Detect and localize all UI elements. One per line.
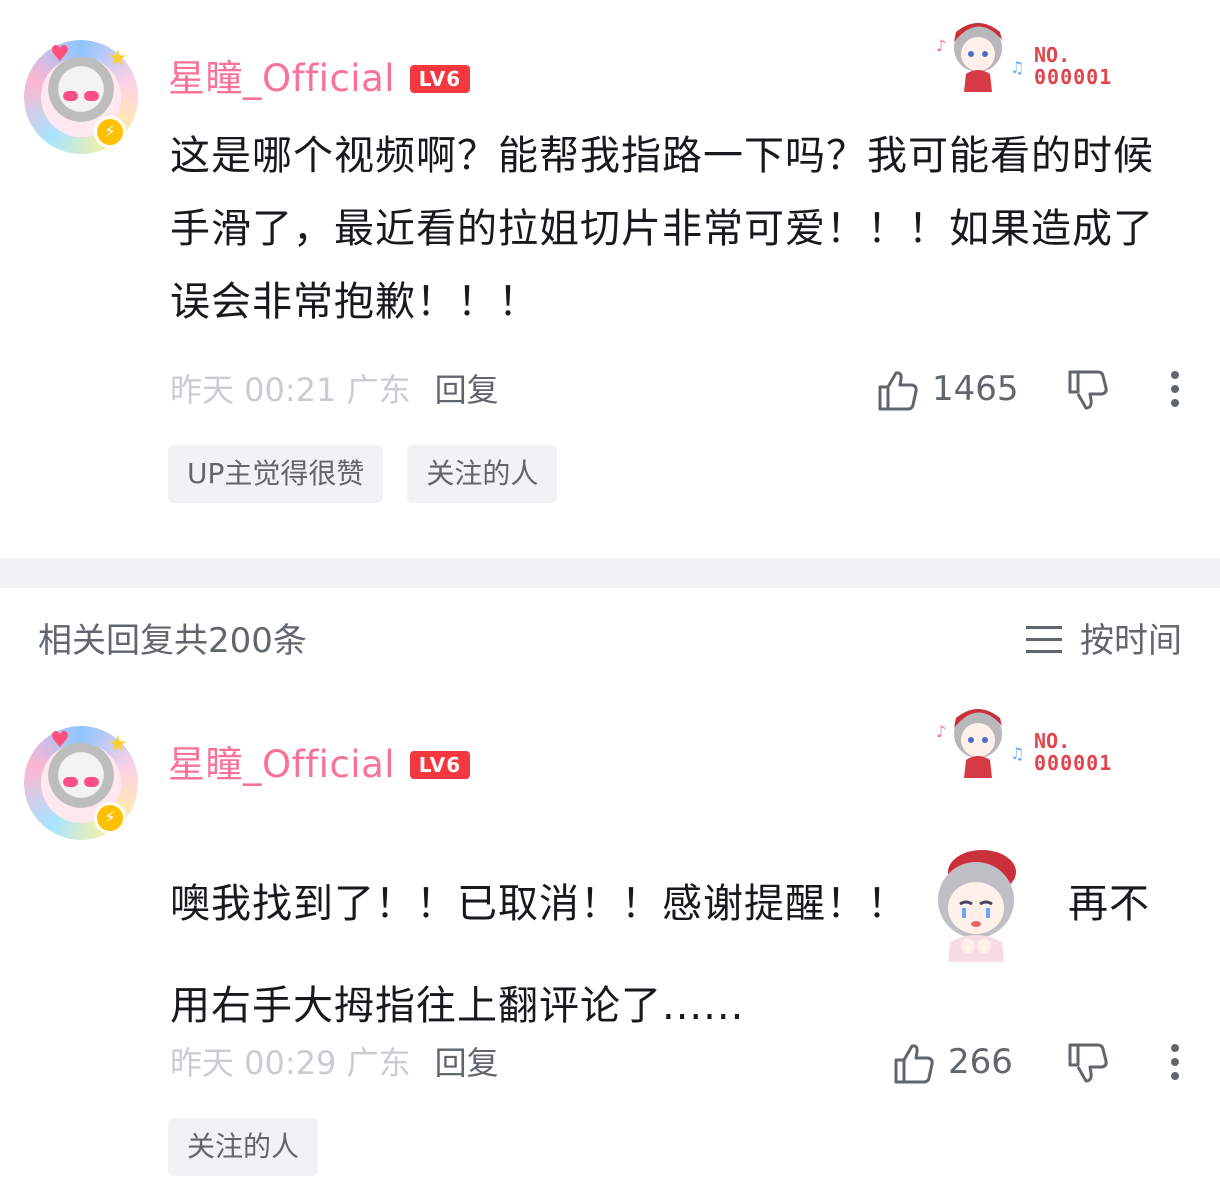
star-decoration-icon: ★ [108,732,128,757]
comment-tags: 关注的人 [168,1118,319,1176]
music-note-icon: ♪ [936,722,947,741]
comment-time-location: 昨天 00:29 广东 [170,1044,411,1082]
comment-actions: 266 [892,1037,1186,1087]
comment-meta: 昨天 00:29 广东 回复 [170,1043,499,1083]
username[interactable]: 星瞳_Official [168,742,395,788]
tag-following[interactable]: 关注的人 [168,1118,319,1176]
music-note-icon: ♫ [1010,744,1025,763]
fan-badge-label: NO. [1034,729,1071,753]
fan-badge-number: 000001 [1034,751,1113,775]
fan-badge[interactable]: ♪ ♫ NO. 000001 [936,702,1136,784]
more-options-icon[interactable] [1170,1043,1180,1081]
like-count: 266 [948,1042,1013,1082]
fan-badge-character-icon [954,709,1002,778]
level-badge: LV6 [410,751,470,779]
comment-thread-page: ♥ ★ ⚡ 星瞳_Official LV6 ♪ ♫ NO. 000001 这是哪… [0,0,1220,1202]
comment-text: 噢我找到了！！已取消！！感谢提醒！！ 再不用右手大拇指往上翻评论了...... [170,842,1170,1043]
like-button[interactable]: 266 [892,1037,1022,1087]
crying-sticker-icon [938,850,1016,962]
thumbs-down-icon[interactable] [1066,1041,1110,1085]
reply-comment: ♥ ★ ⚡ 星瞳_Official LV6 ♪ ♫ NO. 000001 噢我找… [0,0,1220,1202]
heart-decoration-icon: ♥ [50,728,70,753]
verified-lightning-icon: ⚡ [94,802,126,834]
thumbs-up-icon [894,1044,934,1084]
reply-button[interactable]: 回复 [435,1044,499,1082]
comment-text-part-1: 噢我找到了！！已取消！！感谢提醒！！ [170,881,908,927]
avatar[interactable]: ♥ ★ ⚡ [24,726,138,840]
